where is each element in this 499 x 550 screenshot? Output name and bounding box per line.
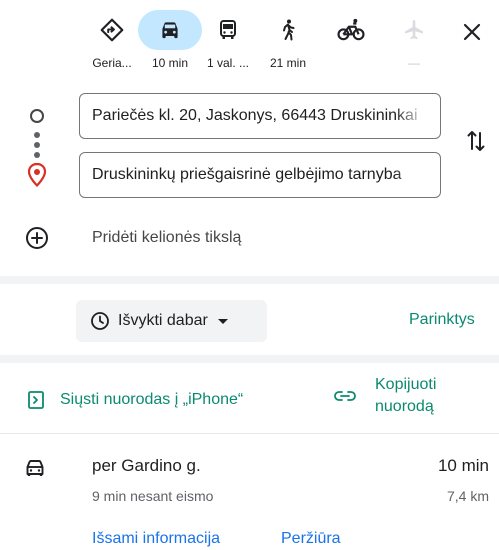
airplane-icon [396, 14, 432, 46]
details-link[interactable]: Išsami informacija [92, 530, 220, 548]
origin-circle-icon [30, 109, 44, 123]
swap-icon [467, 131, 485, 151]
clock-icon [91, 312, 109, 330]
directions-icon [94, 14, 130, 46]
mode-transit[interactable]: 1 val. ... [196, 10, 260, 72]
copy-link-label-line2: nuorodą [375, 398, 434, 415]
bus-icon [210, 14, 246, 46]
separator-line [0, 433, 499, 434]
mode-label: Geria... [92, 56, 132, 70]
mode-label: 10 min [151, 56, 189, 70]
mode-cycling[interactable] [319, 10, 383, 72]
swap-button[interactable] [463, 126, 489, 156]
options-link[interactable]: Parinktys [409, 311, 475, 329]
section-divider [0, 355, 499, 363]
car-icon [26, 460, 44, 476]
destination-value: Druskininkų priešgaisrinė gelbėjimo tarn… [92, 166, 402, 183]
add-destination-button[interactable]: Pridėti kelionės tikslą [24, 222, 324, 254]
close-icon [463, 23, 481, 41]
preview-link[interactable]: Peržiūra [281, 530, 341, 548]
route-distance: 7,4 km [446, 488, 489, 504]
mode-best-route[interactable]: Geria... [80, 10, 144, 72]
add-circle-icon [26, 227, 48, 249]
route-duration: 10 min [437, 456, 489, 475]
link-icon [334, 391, 356, 401]
mode-label: 1 val. ... [206, 56, 250, 70]
section-divider [0, 276, 499, 284]
origin-input[interactable]: Pariečės kl. 20, Jaskonys, 66443 Druskin… [79, 93, 441, 139]
mode-label: 21 min [269, 56, 307, 70]
route-title: per Gardino g. [92, 456, 201, 475]
mode-driving[interactable]: 10 min [138, 10, 202, 72]
car-icon [138, 10, 202, 50]
send-to-phone-button[interactable]: Siųsti nuorodas į „iPhone“ [26, 388, 243, 412]
destination-input[interactable]: Druskininkų priešgaisrinė gelbėjimo tarn… [79, 152, 441, 198]
destination-pin-icon [27, 162, 47, 188]
copy-link-button[interactable]: Kopijuoti nuorodą [333, 374, 436, 418]
add-destination-label: Pridėti kelionės tikslą [92, 229, 242, 246]
bike-icon [333, 14, 369, 46]
mode-flight: — [382, 10, 446, 72]
dropdown-arrow-icon [217, 318, 228, 324]
origin-value: Pariečės kl. 20, Jaskonys, 66443 Druskin… [92, 107, 418, 124]
route-traffic-note: 9 min nesant eismo [92, 488, 214, 504]
walk-icon [270, 14, 306, 46]
copy-link-label-line1: Kopijuoti [375, 376, 437, 393]
mode-label: — [408, 56, 420, 70]
mode-walking[interactable]: 21 min [256, 10, 320, 72]
depart-label: Išvykti dabar [118, 312, 208, 329]
route-dot [34, 132, 40, 138]
route-dot [34, 152, 40, 158]
send-to-device-icon [28, 391, 44, 409]
send-to-phone-label: Siųsti nuorodas į „iPhone“ [60, 391, 244, 408]
depart-now-button[interactable]: Išvykti dabar [76, 300, 267, 342]
close-button[interactable] [458, 18, 486, 46]
route-dot [34, 142, 40, 148]
